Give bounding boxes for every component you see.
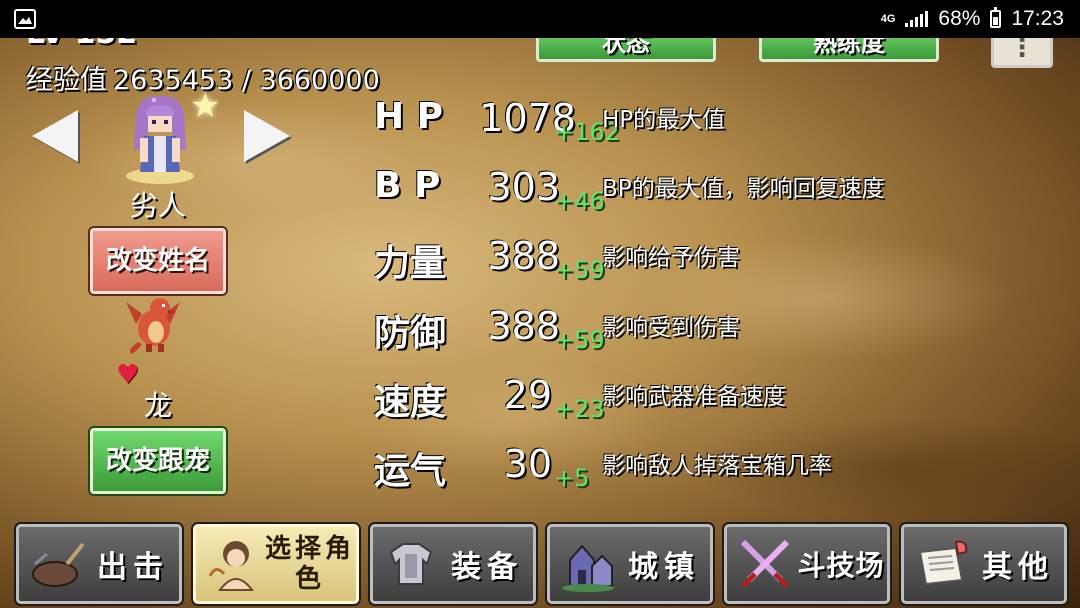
stat-bonus: +59 [554, 326, 605, 354]
gallery-icon [14, 9, 36, 29]
stat-value: 29 [503, 373, 552, 417]
nav-label: 其他 [982, 550, 1054, 585]
nav-label: 出击 [97, 550, 169, 585]
swords-icon [740, 539, 790, 588]
status-bar: 4G 68% 17:23 [0, 0, 1080, 38]
stat-value: 303 [487, 165, 560, 209]
clock: 17:23 [1011, 7, 1064, 30]
tab-status[interactable]: 状态 [536, 38, 716, 62]
menu-button[interactable]: ⋮ [991, 38, 1053, 68]
nav-label: 斗技场 [797, 549, 885, 582]
exp-label: 经验值 [26, 65, 107, 96]
stat-row-luck: 运气 30 +5 影响敌人掉落宝箱几率 [0, 442, 1080, 502]
stat-bonus: +59 [554, 256, 605, 284]
stat-description: 影响武器准备速度 [602, 384, 786, 410]
game-screen: LV 152 经验值2635453 / 3660000 状态 熟练度 ⋮ ★ 劣… [0, 38, 1080, 608]
stat-description: HP的最大值 [602, 107, 726, 133]
nav-town-button[interactable]: 城镇 [547, 524, 713, 604]
nav-sortie-button[interactable]: 出击 [16, 524, 182, 604]
stat-bonus: +5 [554, 464, 590, 492]
battery-icon [990, 7, 1002, 28]
stat-row-defense: 防御 388 +59 影响受到伤害 [0, 304, 1080, 364]
wok-icon [32, 542, 85, 587]
stat-row-speed: 速度 29 +23 影响武器准备速度 [0, 373, 1080, 433]
town-icon [562, 544, 614, 592]
nav-label: 城镇 [628, 550, 700, 585]
bottom-nav: 出击 选择角色 装备 城镇 斗技场 其他 [0, 518, 1080, 608]
stat-value: 388 [487, 304, 560, 348]
stat-description: 影响受到伤害 [602, 315, 740, 341]
nav-other-button[interactable]: 其他 [901, 524, 1067, 604]
stat-row-bp: B P 303 +46 BP的最大值，影响回复速度 [0, 165, 1080, 225]
stat-label: H P [374, 96, 444, 137]
stat-row-hp: H P 1078 +162 HP的最大值 [0, 96, 1080, 156]
network-indicator: 4G [880, 13, 896, 25]
stat-bonus: +46 [554, 187, 605, 215]
nav-label: 选择角色 [264, 534, 355, 594]
stat-row-strength: 力量 388 +59 影响给予伤害 [0, 234, 1080, 294]
nav-label: 装备 [451, 550, 523, 585]
nav-arena-button[interactable]: 斗技场 [724, 524, 890, 604]
stat-label: 运气 [374, 451, 447, 492]
signal-icon [905, 11, 929, 27]
stat-label: 防御 [374, 313, 447, 354]
tab-proficiency[interactable]: 熟练度 [759, 38, 939, 62]
stat-bonus: +23 [554, 395, 605, 423]
character-icon [208, 541, 254, 591]
stat-description: 影响给予伤害 [602, 245, 740, 271]
stat-label: 速度 [374, 382, 447, 423]
stat-description: 影响敌人掉落宝箱几率 [602, 453, 832, 479]
stat-label: B P [374, 165, 441, 206]
stat-value: 30 [503, 442, 552, 486]
nav-select-character-button[interactable]: 选择角色 [193, 524, 359, 604]
nav-equipment-button[interactable]: 装备 [370, 524, 536, 604]
scroll-icon [918, 540, 968, 586]
battery-percent: 68% [938, 7, 981, 30]
stat-description: BP的最大值，影响回复速度 [602, 176, 885, 202]
stat-label: 力量 [374, 243, 447, 284]
level-label: LV 152 [26, 38, 137, 51]
stat-value: 388 [487, 234, 560, 278]
armor-icon [389, 543, 433, 585]
